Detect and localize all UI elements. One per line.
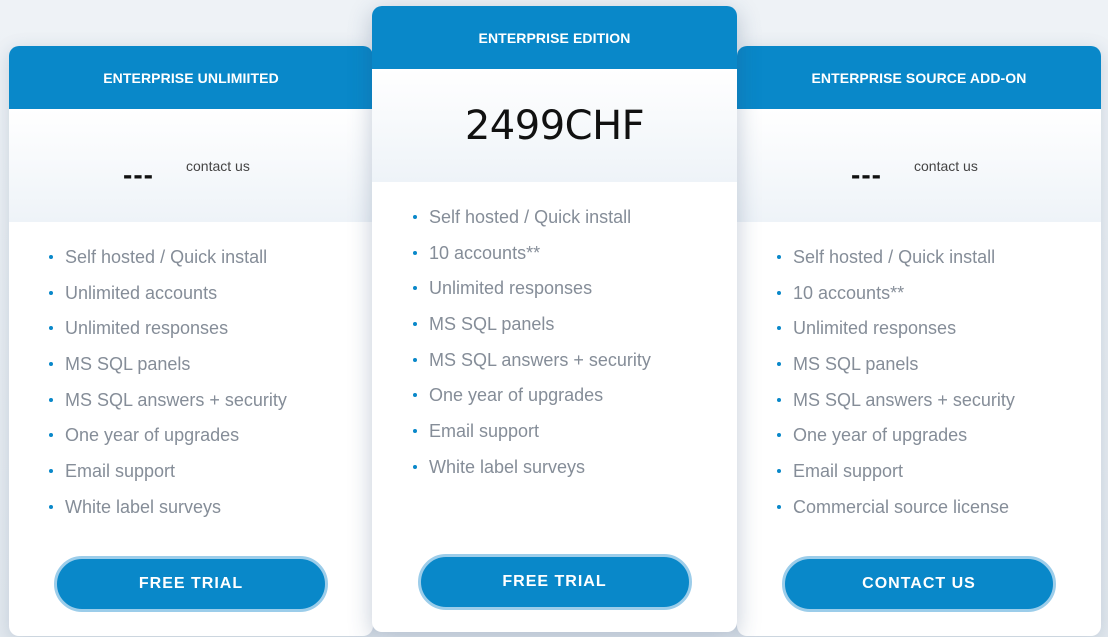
feature-item: Self hosted / Quick install <box>49 246 373 282</box>
card-header: ENTERPRISE EDITION <box>372 6 737 79</box>
feature-text: Unlimited responses <box>65 318 229 339</box>
feature-item: One year of upgrades <box>49 424 373 460</box>
bullet-icon <box>49 290 53 295</box>
feature-text: MS SQL answers + security <box>65 389 287 410</box>
feature-text: Unlimited accounts <box>65 282 218 303</box>
feature-item: Self hosted / Quick install <box>413 206 737 242</box>
bullet-icon <box>777 290 781 295</box>
bullet-icon <box>49 469 53 474</box>
card-header: ENTERPRISE SOURCE ADD-ON <box>737 46 1101 119</box>
feature-text: One year of upgrades <box>793 425 968 446</box>
bullet-icon <box>777 255 781 259</box>
feature-item: Unlimited responses <box>777 317 1101 353</box>
price-placeholder: --- <box>851 159 882 190</box>
price-box: --- contact us <box>9 109 373 222</box>
feature-item: Email support <box>777 460 1101 496</box>
bullet-icon <box>49 504 53 509</box>
feature-item: Email support <box>413 420 737 456</box>
feature-item: White label surveys <box>49 496 373 532</box>
feature-item: Unlimited responses <box>49 317 373 353</box>
free-trial-button[interactable]: FREE TRIAL <box>54 556 328 612</box>
bullet-icon <box>777 504 781 509</box>
feature-text: 10 accounts** <box>429 242 541 263</box>
feature-text: 10 accounts** <box>793 282 905 303</box>
price-note: contact us <box>914 158 978 174</box>
pricing-card-enterprise-edition: ENTERPRISE EDITION 2499CHF Self hosted /… <box>372 6 737 632</box>
feature-item: MS SQL answers + security <box>777 389 1101 425</box>
feature-text: MS SQL panels <box>793 354 919 375</box>
bullet-icon <box>49 362 53 367</box>
bullet-icon <box>49 433 53 438</box>
feature-item: Email support <box>49 460 373 496</box>
feature-list: Self hosted / Quick install Unlimited ac… <box>9 222 373 532</box>
feature-text: White label surveys <box>429 456 586 477</box>
feature-text: Email support <box>429 421 540 442</box>
bullet-icon <box>777 469 781 474</box>
feature-item: Unlimited responses <box>413 277 737 313</box>
feature-text: Self hosted / Quick install <box>65 247 268 267</box>
bullet-icon <box>49 397 53 402</box>
price-placeholder: --- <box>123 159 154 190</box>
price-amount: 2499CHF <box>464 102 645 149</box>
feature-text: One year of upgrades <box>65 425 240 446</box>
bullet-icon <box>413 393 417 398</box>
bullet-icon <box>413 429 417 434</box>
bullet-icon <box>777 362 781 367</box>
plan-title: ENTERPRISE SOURCE ADD-ON <box>811 69 1027 86</box>
feature-list: Self hosted / Quick install 10 accounts*… <box>737 222 1101 532</box>
card-header: ENTERPRISE UNLIMIITED <box>9 46 373 119</box>
feature-text: MS SQL answers + security <box>793 389 1015 410</box>
feature-item: Self hosted / Quick install <box>777 246 1101 282</box>
feature-item: Unlimited accounts <box>49 282 373 318</box>
bullet-icon <box>413 464 417 469</box>
bullet-icon <box>413 215 417 219</box>
bullet-icon <box>413 286 417 291</box>
feature-text: MS SQL panels <box>65 354 191 375</box>
feature-item: MS SQL answers + security <box>413 349 737 385</box>
feature-item: White label surveys <box>413 456 737 492</box>
bullet-icon <box>413 322 417 327</box>
plan-title: ENTERPRISE UNLIMIITED <box>103 69 279 86</box>
feature-text: White label surveys <box>65 496 222 517</box>
feature-item: One year of upgrades <box>413 384 737 420</box>
bullet-icon <box>777 433 781 438</box>
feature-item: One year of upgrades <box>777 424 1101 460</box>
feature-text: Email support <box>65 461 176 482</box>
feature-item: MS SQL panels <box>413 313 737 349</box>
feature-text: MS SQL answers + security <box>429 349 651 370</box>
feature-item: MS SQL answers + security <box>49 389 373 425</box>
feature-text: Unlimited responses <box>793 318 957 339</box>
feature-text: MS SQL panels <box>429 314 555 335</box>
pricing-card-enterprise-unlimited: ENTERPRISE UNLIMIITED --- contact us Sel… <box>9 46 373 636</box>
price-note: contact us <box>186 158 250 174</box>
price-box: --- contact us <box>737 109 1101 222</box>
feature-text: Unlimited responses <box>429 278 593 299</box>
bullet-icon <box>49 326 53 331</box>
bullet-icon <box>49 255 53 259</box>
feature-text: Commercial source license <box>793 496 1010 517</box>
feature-text: Email support <box>793 461 904 482</box>
feature-item: 10 accounts** <box>777 282 1101 318</box>
bullet-icon <box>777 397 781 402</box>
feature-item: MS SQL panels <box>49 353 373 389</box>
price-box: 2499CHF <box>372 69 737 182</box>
free-trial-button[interactable]: FREE TRIAL <box>417 554 692 610</box>
feature-item: MS SQL panels <box>777 353 1101 389</box>
pricing-card-enterprise-source-addon: ENTERPRISE SOURCE ADD-ON --- contact us … <box>737 46 1101 636</box>
bullet-icon <box>413 250 417 255</box>
bullet-icon <box>413 357 417 362</box>
plan-title: ENTERPRISE EDITION <box>478 29 631 46</box>
feature-text: Self hosted / Quick install <box>429 207 632 227</box>
feature-item: 10 accounts** <box>413 242 737 278</box>
feature-text: Self hosted / Quick install <box>793 247 996 267</box>
feature-text: One year of upgrades <box>429 385 604 406</box>
contact-us-button[interactable]: CONTACT US <box>782 556 1056 612</box>
bullet-icon <box>777 326 781 331</box>
feature-item: Commercial source license <box>777 496 1101 532</box>
feature-list: Self hosted / Quick install 10 accounts*… <box>372 182 737 492</box>
